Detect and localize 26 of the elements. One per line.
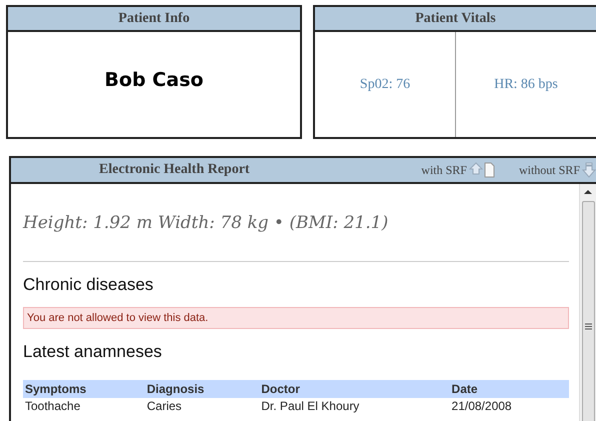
error-message: You are not allowed to view this data.: [23, 307, 569, 329]
table-cell: Caries: [144, 398, 260, 414]
table-cell: Toothache: [23, 398, 145, 414]
vital-reading: HR: 86 bps: [494, 76, 558, 92]
panel-title: Patient Vitals: [315, 7, 596, 32]
vital-reading: Sp02: 76: [360, 76, 410, 92]
table-cell: 21/08/2008: [450, 398, 569, 414]
down-arrow-icon: [582, 162, 596, 178]
grip-icon: [584, 322, 592, 330]
patient-name: Bob Caso: [104, 68, 204, 90]
table-cell: Dr. Paul El Khoury: [259, 398, 450, 414]
column-header: Doctor: [259, 380, 450, 398]
scrollbar[interactable]: [579, 184, 596, 421]
column-header: Symptoms: [23, 380, 145, 398]
export-with-srf-button[interactable]: with SRF: [421, 162, 495, 178]
upload-document-icon: [468, 162, 495, 178]
column-header: Date: [450, 380, 569, 398]
export-without-srf-button[interactable]: without SRF: [518, 162, 596, 178]
panel-title: Electronic Health Report: [99, 162, 250, 178]
section-heading: Chronic diseases: [23, 275, 154, 295]
panel-title: Patient Info: [8, 7, 300, 32]
scrollbar-thumb[interactable]: [582, 201, 594, 421]
body-measurements: Height: 1.92 m Width: 78 kg • (BMI: 21.1): [23, 213, 390, 233]
scroll-up-icon: [584, 189, 592, 195]
section-heading: Latest anamneses: [23, 342, 163, 362]
column-header: Diagnosis: [144, 380, 260, 398]
